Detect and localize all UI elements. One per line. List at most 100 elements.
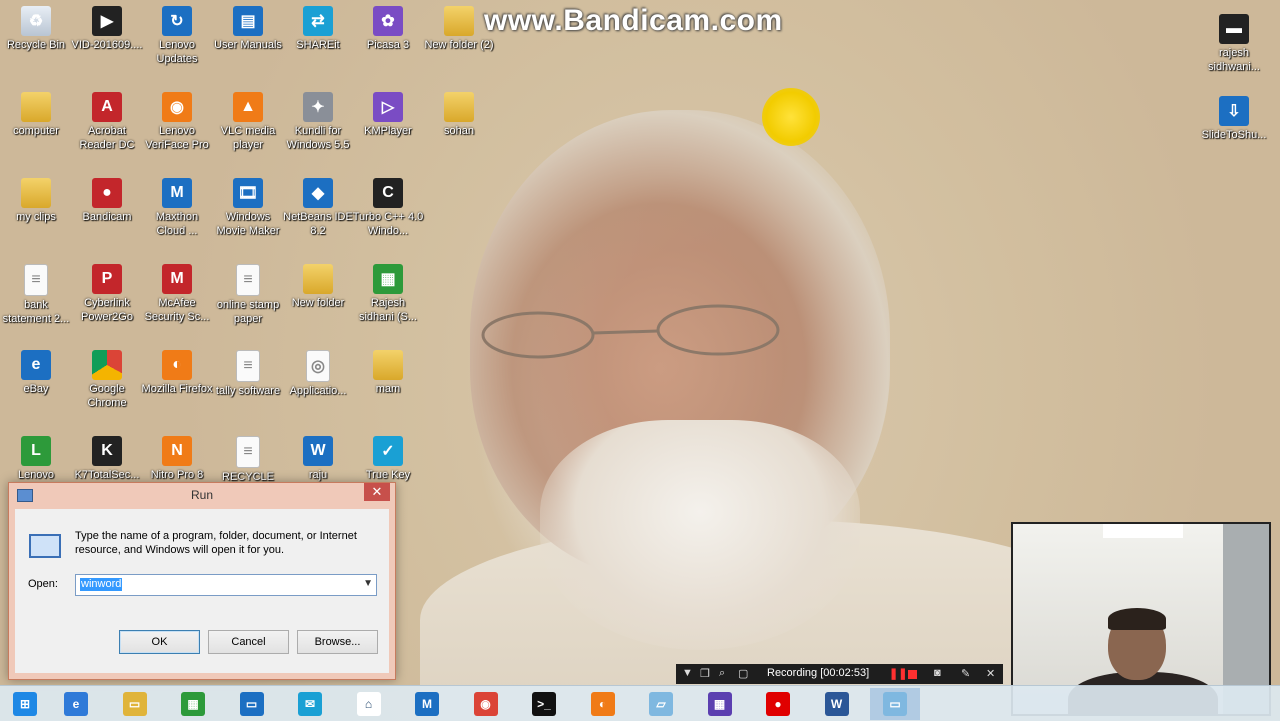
taskbar-maxthon[interactable]: M xyxy=(402,688,452,720)
desktop-icon[interactable]: ♻ Recycle Bin xyxy=(0,6,72,52)
pencil-icon[interactable]: ✎ xyxy=(961,667,970,680)
desktop-icon[interactable]: ⇩ SlideToShu... xyxy=(1198,96,1270,142)
taskbar-bandicam[interactable]: ● xyxy=(753,688,803,720)
wallpaper-glasses xyxy=(481,304,780,359)
taskbar-store[interactable]: ▦ xyxy=(168,688,218,720)
chevron-down-icon[interactable]: ▼ xyxy=(363,578,373,589)
desktop-icon[interactable]: ▷ KMPlayer xyxy=(352,92,424,138)
stop-icon[interactable] xyxy=(908,670,917,679)
folder-icon xyxy=(373,350,403,380)
windows-logo-icon: ⊞ xyxy=(13,692,37,716)
taskbar-calendar[interactable]: ▦ xyxy=(695,688,745,720)
desktop-icon[interactable]: mam xyxy=(352,350,424,396)
desktop-icon[interactable]: ≡ online stamp paper xyxy=(212,264,284,326)
desktop-icon[interactable]: my clips xyxy=(0,178,72,224)
taskbar-cmd[interactable]: >_ xyxy=(519,688,569,720)
taskbar-firefox[interactable]: ◐ xyxy=(578,688,628,720)
taskbar-explorer[interactable]: ▭ xyxy=(110,688,160,720)
window-mode-icon[interactable]: ❐ xyxy=(700,667,710,680)
desktop-icon-label: KMPlayer xyxy=(364,125,412,137)
close-icon[interactable]: ✕ xyxy=(986,667,995,680)
desktop-icon[interactable]: ◆ NetBeans IDE 8.2 xyxy=(282,178,354,238)
desktop-icon[interactable]: 🎞 Windows Movie Maker xyxy=(212,178,284,238)
region-icon[interactable]: ▢ xyxy=(738,667,748,680)
desktop-icon-label: Turbo C++ 4.0 Windo... xyxy=(352,211,424,237)
desktop-icon[interactable]: ≡ bank statement 2... xyxy=(0,264,72,326)
desktop-icon[interactable]: Wraju xyxy=(282,436,354,482)
desktop-icon[interactable]: ▬ rajesh sidhwani... xyxy=(1198,14,1270,74)
taskbar-mail[interactable]: ✉ xyxy=(285,688,335,720)
zoom-icon[interactable]: ⌕ xyxy=(719,667,725,680)
ok-button[interactable]: OK xyxy=(119,630,200,654)
desktop-icon[interactable]: M Maxthon Cloud ... xyxy=(141,178,213,238)
k7-icon: K xyxy=(92,436,122,466)
cancel-button[interactable]: Cancel xyxy=(208,630,289,654)
taskbar-home[interactable]: ⌂ xyxy=(344,688,394,720)
taskbar-slide[interactable]: ▱ xyxy=(636,688,686,720)
chevron-down-icon[interactable]: ▼ xyxy=(682,667,693,679)
desktop-icon[interactable]: ◎ Applicatio... xyxy=(282,350,354,398)
run-description: Type the name of a program, folder, docu… xyxy=(75,530,357,556)
desktop-icon-label: Google Chrome xyxy=(87,383,127,409)
desktop-icon[interactable]: ⇄ SHAREit xyxy=(282,6,354,52)
desktop-icon[interactable]: computer xyxy=(0,92,72,138)
taskbar-start-button[interactable]: ⊞ xyxy=(0,688,50,720)
desktop-icon[interactable]: ≡ tally software xyxy=(212,350,284,398)
desktop-icon[interactable]: ↻ Lenovo Updates xyxy=(141,6,213,66)
desktop-icon[interactable]: ▤ User Manuals xyxy=(212,6,284,52)
desktop-icon[interactable]: New folder (2) xyxy=(423,6,495,52)
desktop-icon[interactable]: N Nitro Pro 8 xyxy=(141,436,213,482)
word-doc-icon: W xyxy=(303,436,333,466)
desktop-icon-label: online stamp paper xyxy=(216,299,280,325)
desktop-icon[interactable]: ▶ VID-201609.... xyxy=(71,6,143,52)
desktop-icon-label: Kundli for Windows 5.5 xyxy=(286,125,350,151)
folder-icon xyxy=(444,6,474,36)
open-combobox[interactable]: winword ▼ xyxy=(75,574,377,596)
desktop-icon[interactable]: C Turbo C++ 4.0 Windo... xyxy=(352,178,424,238)
taskbar-chrome[interactable]: ◉ xyxy=(461,688,511,720)
desktop-icon[interactable]: ◉ Lenovo VeriFace Pro xyxy=(141,92,213,152)
close-button[interactable]: ✕ xyxy=(364,483,390,501)
desktop-icon[interactable]: ● Bandicam xyxy=(71,178,143,224)
maxthon-icon: M xyxy=(162,178,192,208)
desktop-icon-label: Picasa 3 xyxy=(366,39,410,51)
desktop-icon-label: Rajesh sidhani (S... xyxy=(358,297,418,323)
taskbar-lenovo[interactable]: ▭ xyxy=(227,688,277,720)
desktop-icon[interactable]: sohan xyxy=(423,92,495,138)
camera-icon[interactable]: ◙ xyxy=(934,667,941,679)
desktop-icon-label: VID-201609.... xyxy=(71,39,143,51)
desktop-icon[interactable]: ✿ Picasa 3 xyxy=(352,6,424,52)
desktop-icon[interactable]: A Acrobat Reader DC xyxy=(71,92,143,152)
desktop-icon[interactable]: ◐ Mozilla Firefox xyxy=(141,350,213,396)
desktop-icon-label: raju xyxy=(308,469,328,481)
movie-maker-icon: 🎞 xyxy=(233,178,263,208)
desktop-icon[interactable]: L Lenovo xyxy=(0,436,72,482)
open-input-value[interactable]: winword xyxy=(80,578,123,591)
taskbar-word[interactable]: W xyxy=(812,688,862,720)
desktop-icon[interactable]: M McAfee Security Sc... xyxy=(141,264,213,324)
word-icon: W xyxy=(824,692,849,716)
desktop-icon-label: sohan xyxy=(444,125,474,137)
ebay-icon: e xyxy=(21,350,51,380)
desktop-icon[interactable]: New folder xyxy=(282,264,354,310)
pause-icon[interactable]: ❚❚ xyxy=(889,667,907,680)
shareit-icon: ⇄ xyxy=(303,6,333,36)
desktop-icon[interactable]: ▲ VLC media player xyxy=(212,92,284,152)
desktop-icon-label: NetBeans IDE 8.2 xyxy=(283,211,353,237)
desktop-icon-label: eBay xyxy=(23,383,49,395)
browse-button[interactable]: Browse... xyxy=(297,630,378,654)
taskbar-run[interactable]: ▭ xyxy=(870,688,920,720)
maxthon-icon: M xyxy=(415,692,439,716)
desktop-icon[interactable]: P Cyberlink Power2Go xyxy=(71,264,143,324)
document-icon: ≡ xyxy=(236,350,260,382)
run-titlebar[interactable]: Run ✕ xyxy=(9,483,395,507)
desktop-icon[interactable]: ✓ True Key xyxy=(352,436,424,482)
desktop-icon[interactable]: e eBay xyxy=(0,350,72,396)
taskbar-ie[interactable]: e xyxy=(51,688,101,720)
run-icon xyxy=(29,534,61,558)
desktop-icon[interactable]: Google Chrome xyxy=(71,350,143,410)
desktop-icon[interactable]: ▦ Rajesh sidhani (S... xyxy=(352,264,424,324)
desktop-icon-label: True Key xyxy=(365,469,411,481)
desktop-icon[interactable]: K K7TotalSec... xyxy=(71,436,143,482)
desktop-icon[interactable]: ✦ Kundli for Windows 5.5 xyxy=(282,92,354,152)
